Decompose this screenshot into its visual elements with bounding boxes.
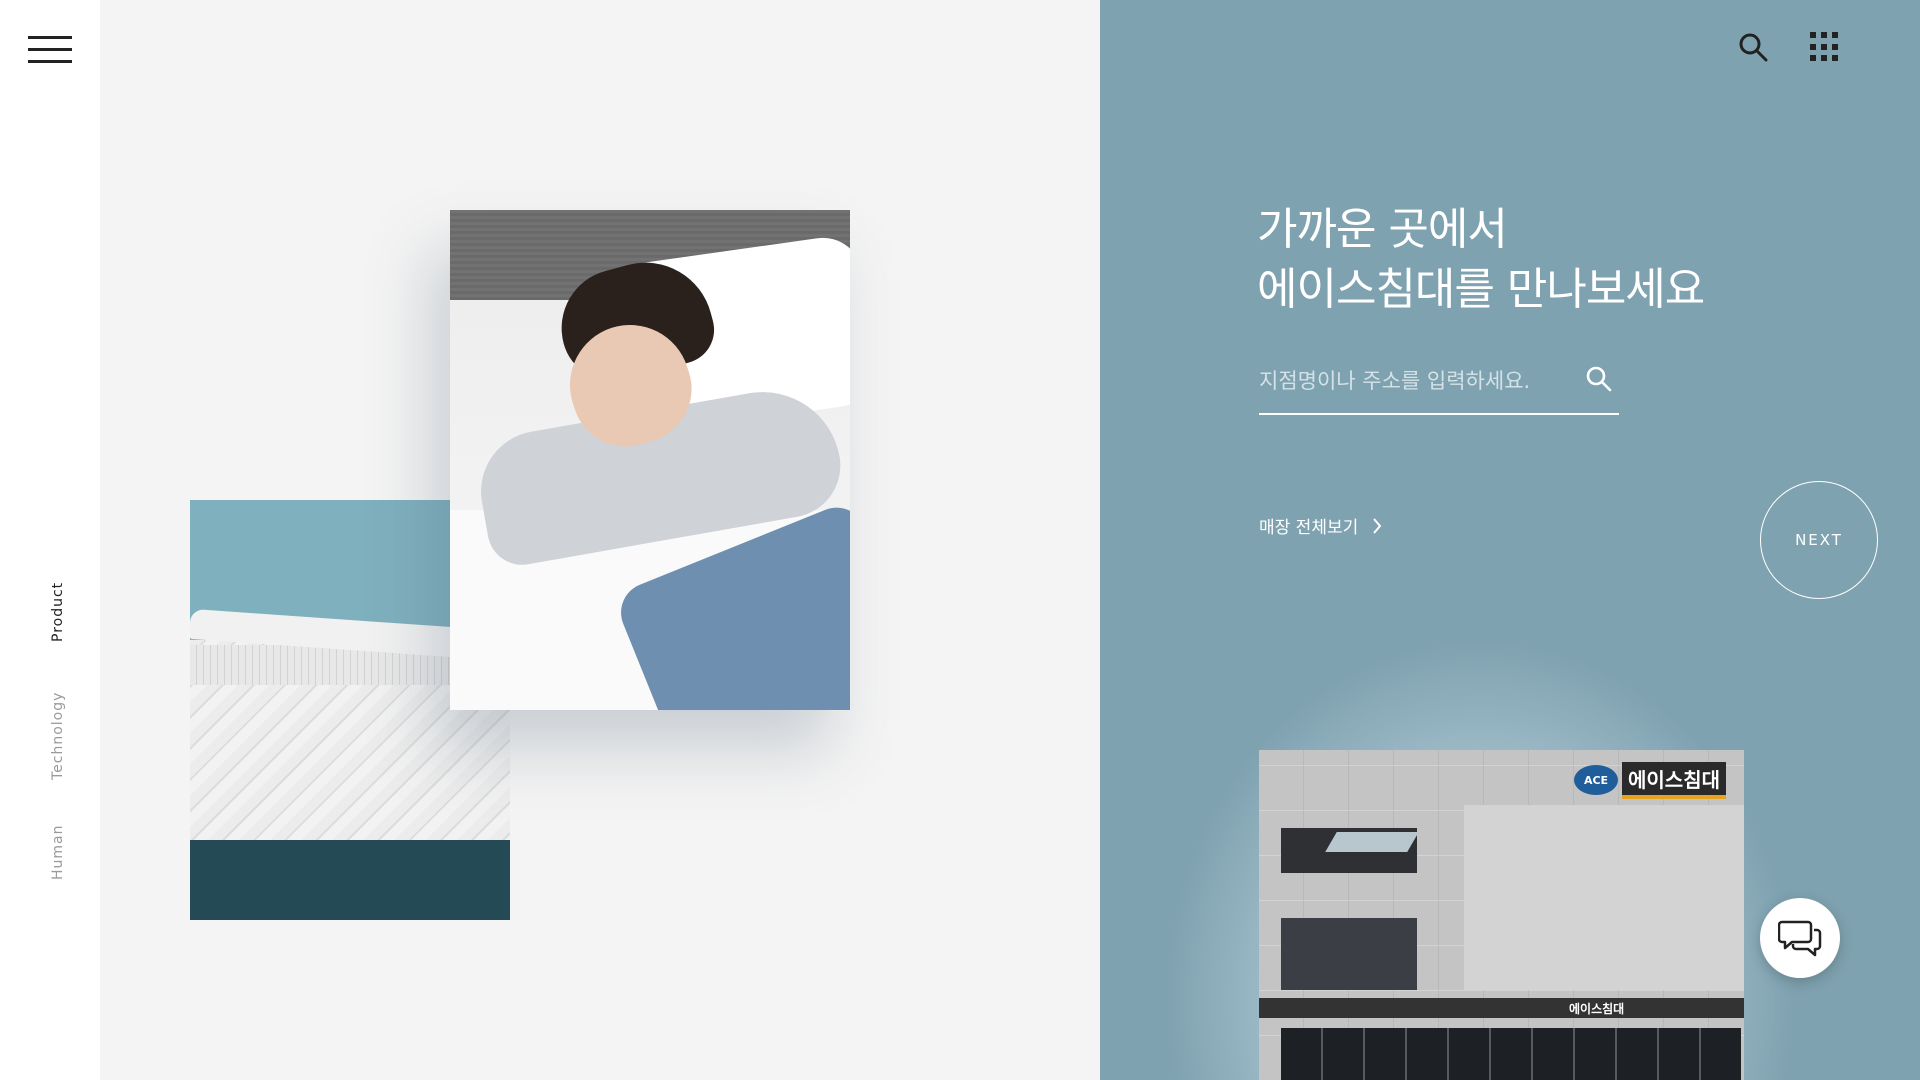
- store-sign-text: 에이스침대: [1622, 761, 1726, 799]
- header-icons: [1738, 32, 1840, 62]
- headline-line-2: 에이스침대를 만나보세요: [1257, 264, 1705, 315]
- store-search-box: [1259, 355, 1619, 415]
- grid-apps-icon[interactable]: [1810, 32, 1840, 62]
- storefront-image: ACE 에이스침대 에이스침대: [1259, 750, 1744, 1080]
- store-search-icon[interactable]: [1585, 365, 1613, 393]
- store-sign: ACE 에이스침대: [1574, 761, 1726, 799]
- next-button[interactable]: NEXT: [1760, 481, 1878, 599]
- view-all-stores-label: 매장 전체보기: [1259, 518, 1359, 538]
- store-finder-headline: 가까운 곳에서 에이스침대를 만나보세요: [1257, 200, 1705, 320]
- chat-button[interactable]: [1760, 898, 1840, 978]
- headline-line-1: 가까운 곳에서: [1257, 204, 1508, 255]
- nav-item-technology[interactable]: Technology: [50, 692, 66, 780]
- search-icon[interactable]: [1738, 32, 1768, 62]
- store-search-input[interactable]: [1259, 361, 1559, 401]
- chevron-right-icon: [1373, 517, 1382, 534]
- store-bar-text: 에이스침대: [1569, 1002, 1625, 1016]
- model-sleeping-photo: [450, 210, 850, 710]
- nav-item-human[interactable]: Human: [50, 825, 66, 881]
- chat-bubbles-icon: [1778, 920, 1822, 957]
- left-rail: Product Technology Human: [0, 0, 100, 1080]
- view-all-stores-link[interactable]: 매장 전체보기: [1259, 513, 1382, 538]
- ace-logo: ACE: [1574, 765, 1618, 795]
- hamburger-menu-icon[interactable]: [28, 34, 72, 66]
- store-finder-panel: 가까운 곳에서 에이스침대를 만나보세요 매장 전체보기 NEXT ACE 에이…: [1100, 0, 1920, 1080]
- nav-item-product[interactable]: Product: [50, 582, 66, 642]
- hero-imagery: [100, 0, 1100, 1080]
